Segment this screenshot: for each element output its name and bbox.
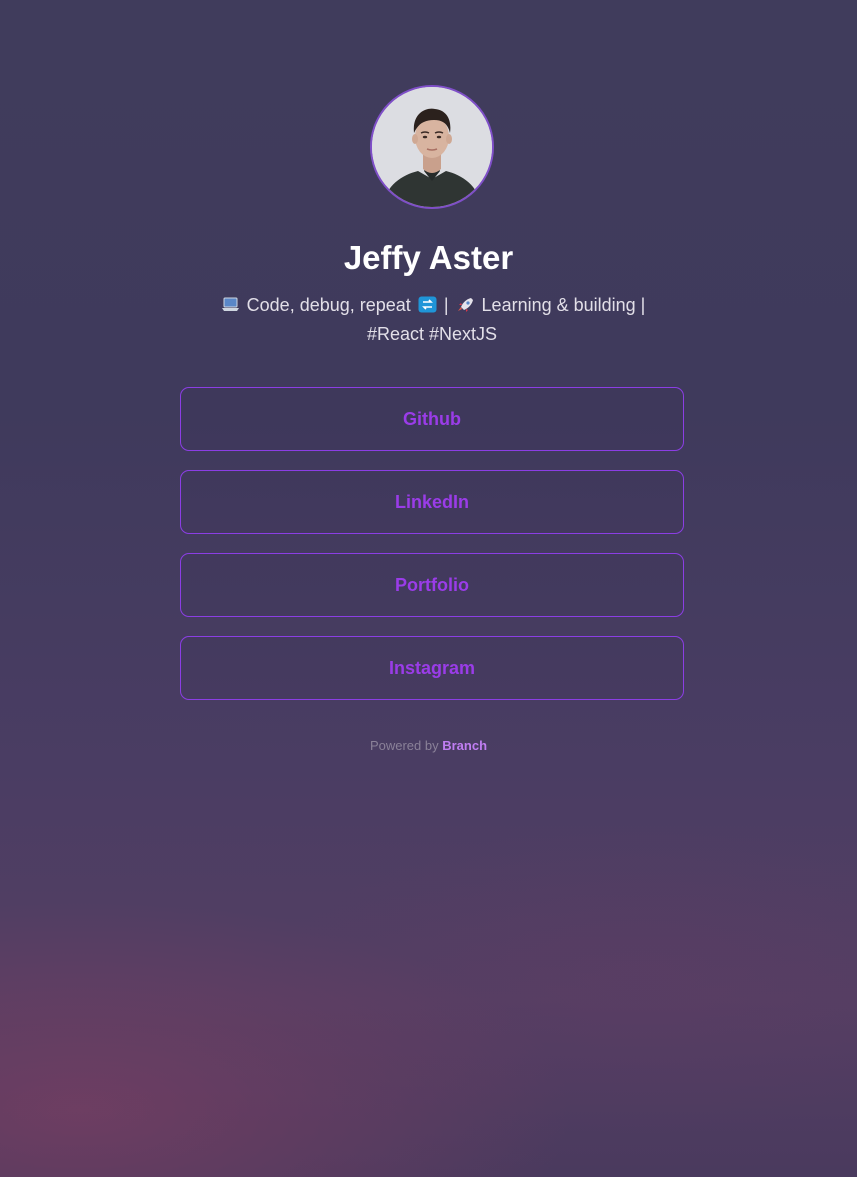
bio-text-learning: Learning & building |	[481, 295, 646, 315]
powered-by-text: Powered by	[369, 738, 439, 753]
profile-bio: Code, debug, repeat | Learning & buildin…	[208, 291, 656, 349]
link-list: Github LinkedIn Portfolio Instagram	[180, 387, 684, 719]
avatar	[370, 85, 494, 209]
bio-hashtags: #React #NextJS	[366, 324, 498, 344]
instagram-link-button[interactable]: Instagram	[180, 636, 684, 700]
rocket-icon	[456, 293, 475, 312]
laptop-icon	[221, 293, 240, 311]
profile-page: Jeffy Aster Code, debug, repeat | Learni	[0, 0, 857, 1177]
github-link-button[interactable]: Github	[180, 387, 684, 451]
repeat-icon	[418, 293, 437, 313]
bio-separator: |	[443, 295, 449, 315]
powered-by-footer: Powered by Branch	[0, 737, 857, 755]
bio-text-code: Code, debug, repeat	[246, 295, 411, 315]
profile-name: Jeffy Aster	[343, 239, 514, 276]
linkedin-link-button[interactable]: LinkedIn	[180, 470, 684, 534]
branch-brand-link[interactable]: Branch	[442, 738, 487, 753]
portfolio-link-button[interactable]: Portfolio	[180, 553, 684, 617]
